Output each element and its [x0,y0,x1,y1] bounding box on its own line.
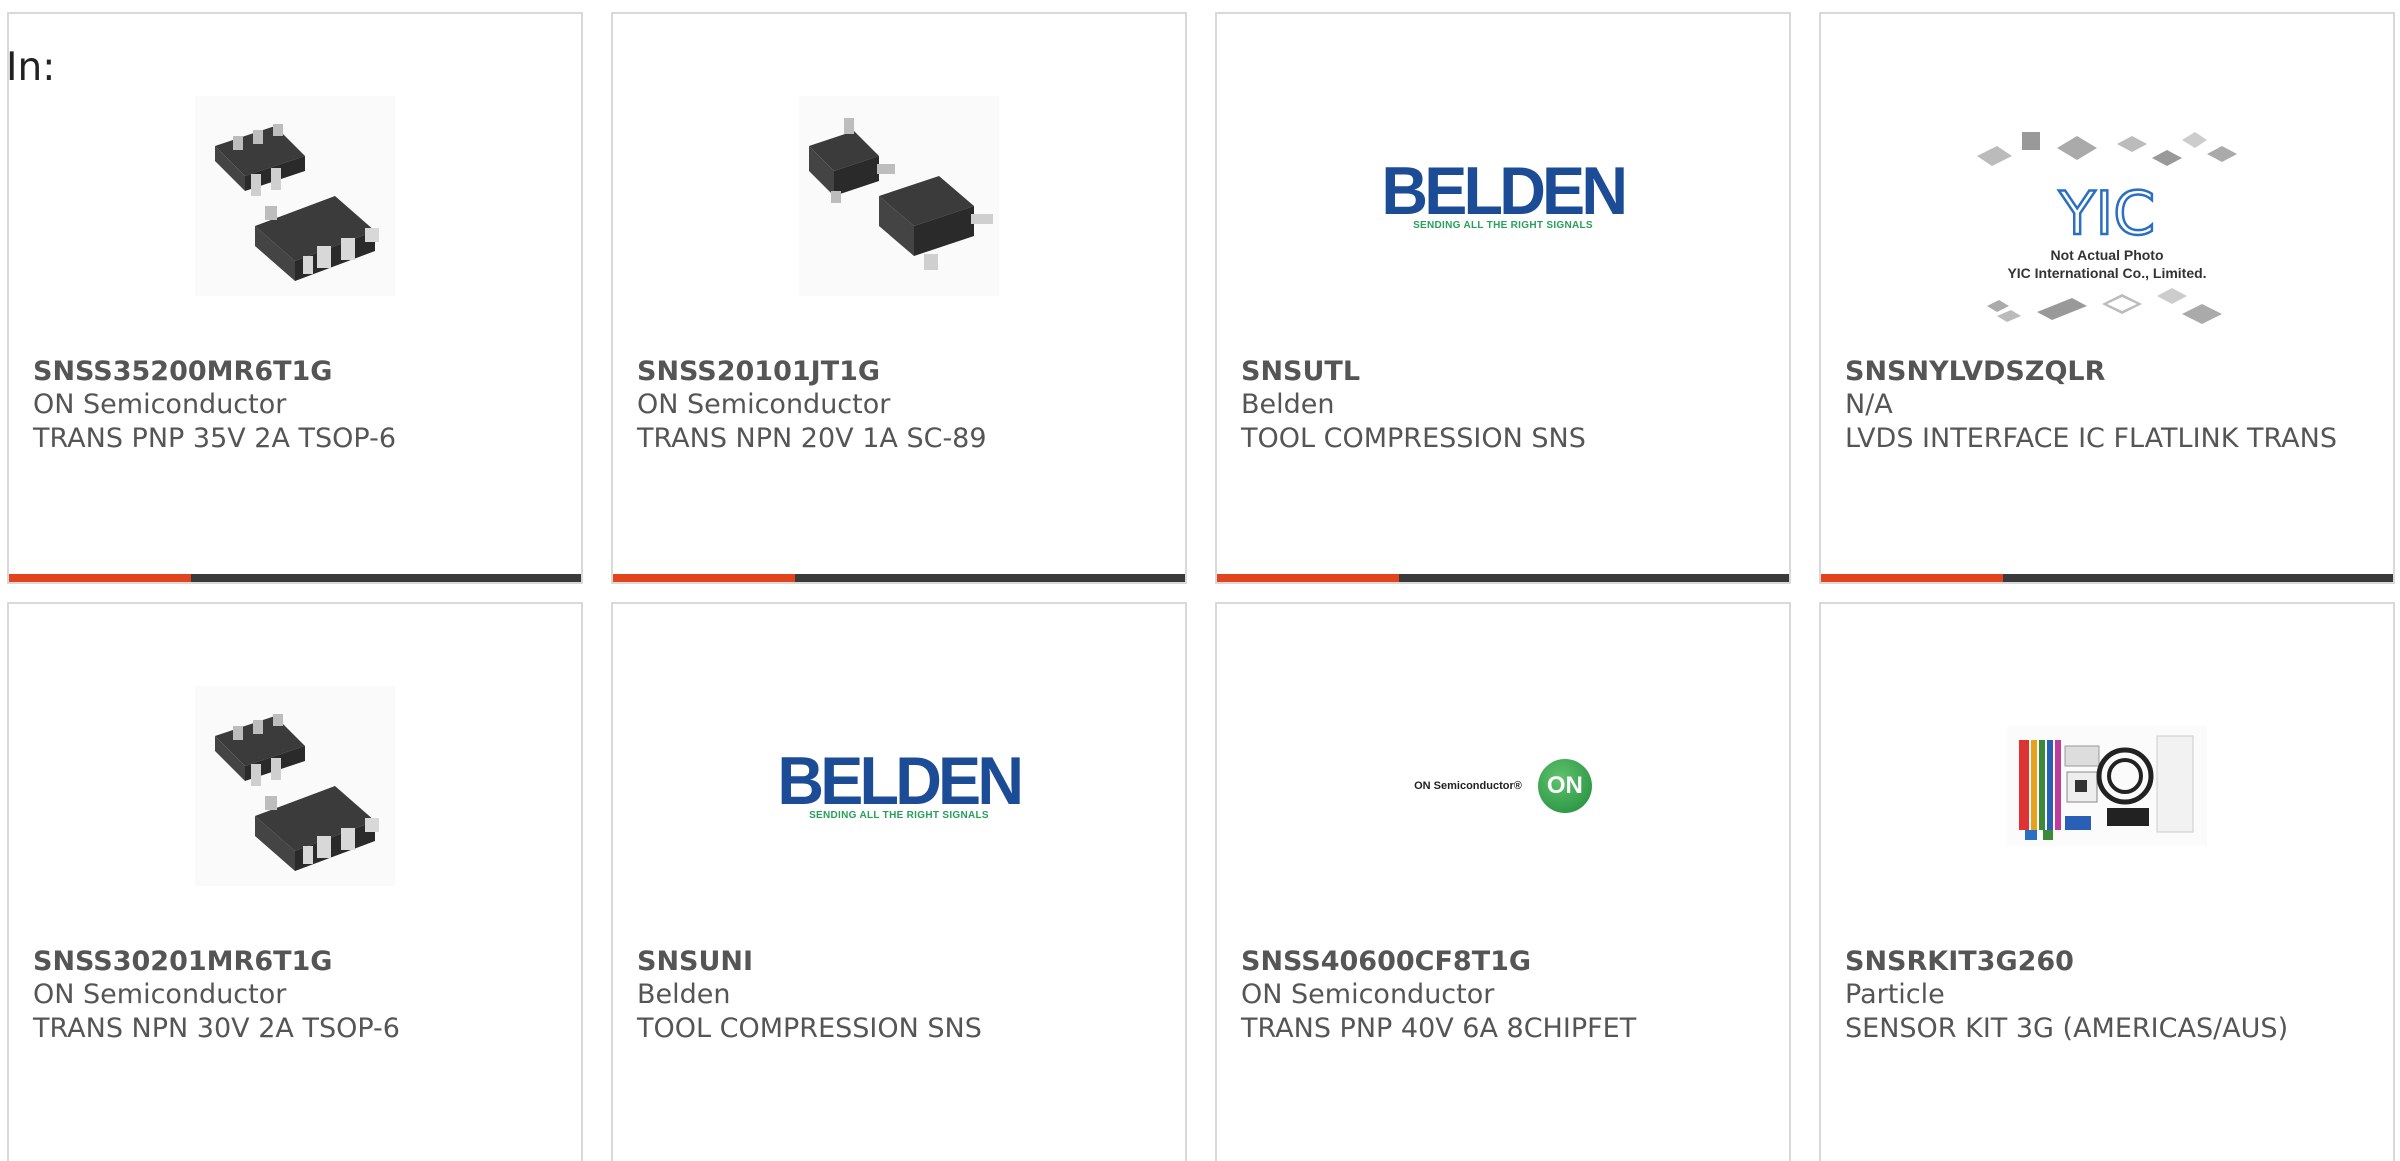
part-number-link[interactable]: SNSNYLVDSZQLR [1845,356,2105,387]
card-accent-bar [1217,574,1399,582]
manufacturer: N/A [1845,389,1893,420]
product-image-on-semiconductor-logo[interactable]: ON Semiconductor® ON [1217,676,1789,896]
chip-row-icon [1977,132,2237,166]
manufacturer: ON Semiconductor [33,979,287,1010]
manufacturer: Belden [1241,389,1335,420]
part-number-link[interactable]: SNSS35200MR6T1G [33,356,332,387]
product-image-belden-logo[interactable]: BELDEN SENDING ALL THE RIGHT SIGNALS [613,676,1185,896]
product-image-sc89[interactable] [613,86,1185,306]
description: TOOL COMPRESSION SNS [637,1013,982,1044]
card-accent-bar [1821,574,2003,582]
belden-logo: BELDEN SENDING ALL THE RIGHT SIGNALS [777,742,1025,821]
manufacturer: ON Semiconductor [33,389,287,420]
part-number-link[interactable]: SNSS20101JT1G [637,356,880,387]
product-image-sensor-kit[interactable] [1821,676,2393,896]
description: TRANS NPN 30V 2A TSOP-6 [33,1013,400,1044]
sensor-kit-photo-icon [2007,726,2207,846]
product-image-belden-logo[interactable]: BELDEN SENDING ALL THE RIGHT SIGNALS [1217,86,1789,306]
card-bottom-bar [1821,574,2393,582]
manufacturer: ON Semiconductor [1241,979,1495,1010]
description: TRANS PNP 40V 6A 8CHIPFET [1241,1013,1637,1044]
yic-logo-icon: YIC [2057,178,2157,246]
product-card[interactable]: SNSS20101JT1G ON Semiconductor TRANS NPN… [611,12,1187,584]
card-bottom-bar [9,574,581,582]
product-image-tsop6[interactable] [9,86,581,306]
yic-company-note: YIC International Co., Limited. [2007,265,2207,281]
chip-row-icon [1987,288,2222,324]
manufacturer: Particle [1845,979,1945,1010]
product-grid-page: In: SNSS35200MR6T1G ON Semiconductor TRA… [0,0,2400,1161]
product-image-yic-placeholder[interactable]: YIC Not Actual Photo YIC International C… [1821,104,2393,354]
product-card[interactable]: BELDEN SENDING ALL THE RIGHT SIGNALS SNS… [611,602,1187,1161]
product-card[interactable]: YIC Not Actual Photo YIC International C… [1819,12,2395,584]
card-accent-bar [9,574,191,582]
part-number-link[interactable]: SNSS40600CF8T1G [1241,946,1531,977]
filter-label: In: [6,45,56,90]
svg-text:YIC: YIC [2058,179,2155,246]
manufacturer: Belden [637,979,731,1010]
on-semiconductor-logo: ON Semiconductor® ON [1414,759,1592,813]
description: LVDS INTERFACE IC FLATLINK TRANS [1845,423,2337,454]
part-number-link[interactable]: SNSUNI [637,946,753,977]
description: TOOL COMPRESSION SNS [1241,423,1586,454]
part-number-link[interactable]: SNSRKIT3G260 [1845,946,2074,977]
product-image-tsop6[interactable] [9,676,581,896]
product-card[interactable]: SNSRKIT3G260 Particle SENSOR KIT 3G (AME… [1819,602,2395,1161]
card-accent-bar [613,574,795,582]
belden-logo: BELDEN SENDING ALL THE RIGHT SIGNALS [1381,152,1629,231]
card-bottom-bar [613,574,1185,582]
manufacturer: ON Semiconductor [637,389,891,420]
description: TRANS PNP 35V 2A TSOP-6 [33,423,397,454]
description: SENSOR KIT 3G (AMERICAS/AUS) [1845,1013,2289,1044]
product-card[interactable]: SNSS35200MR6T1G ON Semiconductor TRANS P… [7,12,583,584]
part-number-link[interactable]: SNSS30201MR6T1G [33,946,332,977]
product-card[interactable]: SNSS30201MR6T1G ON Semiconductor TRANS N… [7,602,583,1161]
not-actual-photo-note: Not Actual Photo [2050,247,2164,263]
description: TRANS NPN 20V 1A SC-89 [637,423,987,454]
part-number-link[interactable]: SNSUTL [1241,356,1360,387]
product-card[interactable]: ON Semiconductor® ON SNSS40600CF8T1G ON … [1215,602,1791,1161]
product-card[interactable]: BELDEN SENDING ALL THE RIGHT SIGNALS SNS… [1215,12,1791,584]
card-bottom-bar [1217,574,1789,582]
